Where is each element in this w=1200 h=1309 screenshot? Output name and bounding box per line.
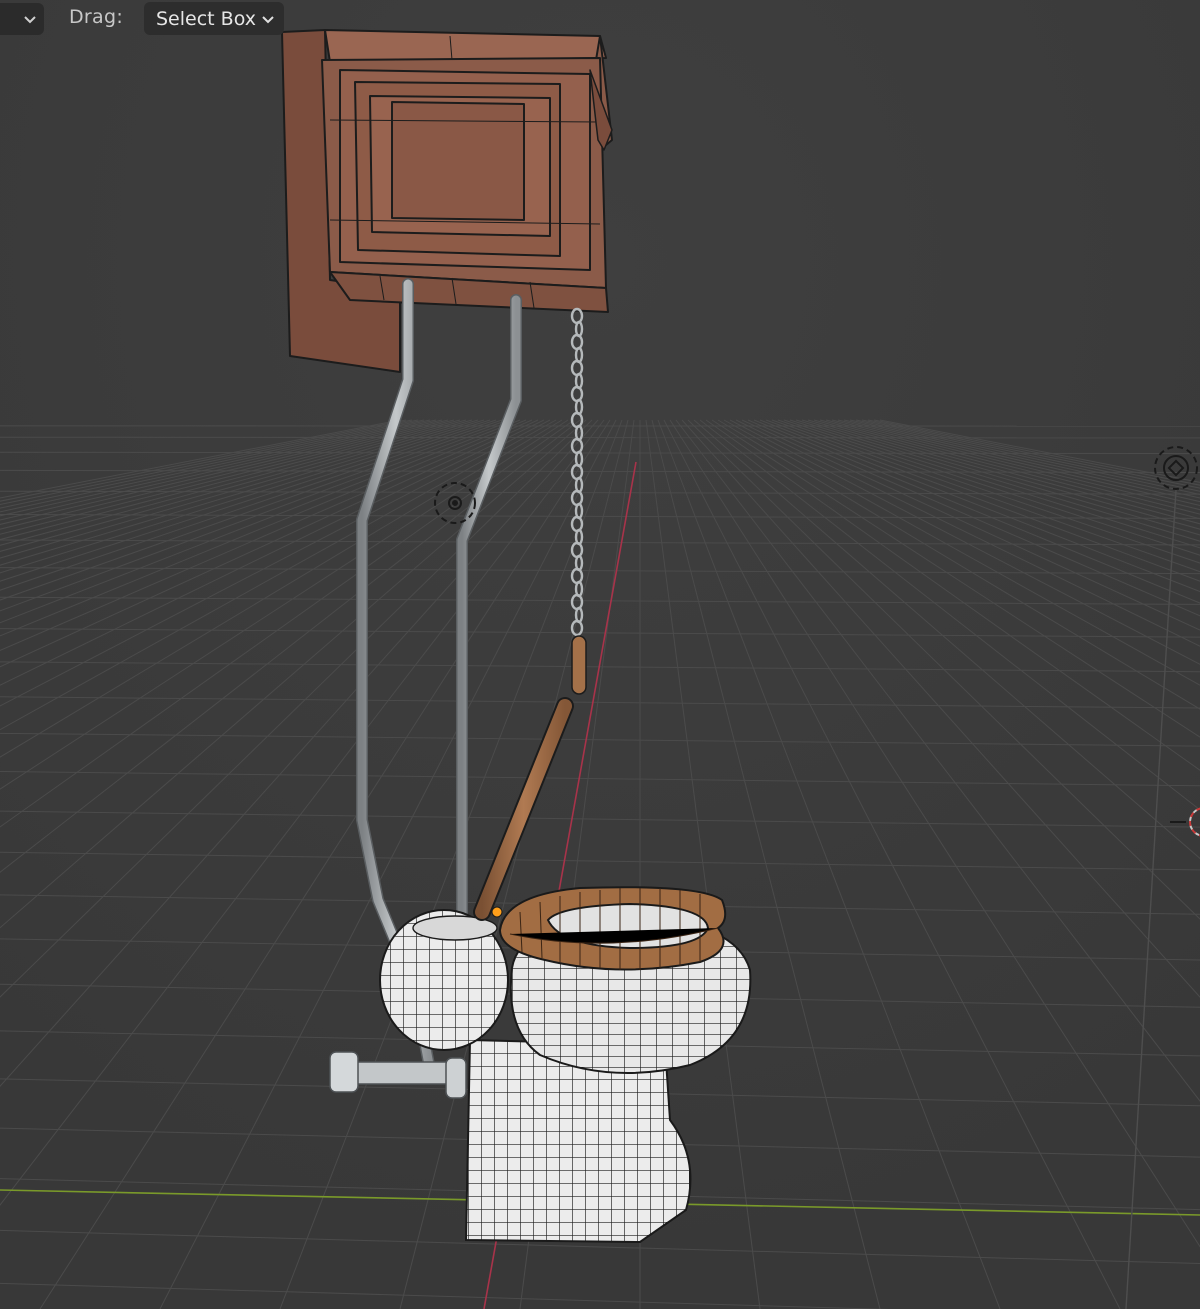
chevron-down-icon xyxy=(262,15,274,23)
viewport-header-toolbar: Drag: Select Box xyxy=(0,0,300,36)
mode-dropdown[interactable] xyxy=(0,3,44,35)
select-mode-dropdown[interactable]: Select Box xyxy=(144,2,284,35)
select-mode-label: Select Box xyxy=(156,7,256,30)
3d-viewport[interactable] xyxy=(0,0,1200,1309)
grid-line xyxy=(0,436,1200,439)
toilet-seat[interactable] xyxy=(498,886,727,971)
chevron-down-icon xyxy=(24,16,36,24)
drag-label: Drag: xyxy=(69,6,124,28)
